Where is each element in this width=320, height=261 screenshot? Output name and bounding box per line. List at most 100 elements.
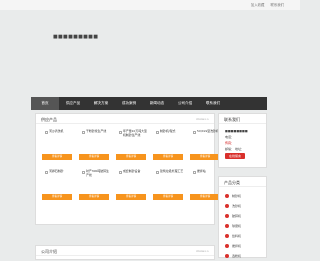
product-detail-button[interactable]: 查看详情 bbox=[79, 154, 109, 160]
about-more-link[interactable]: more>> bbox=[196, 249, 209, 253]
category-label: 破碎机 bbox=[232, 214, 242, 218]
broken-image-icon bbox=[82, 131, 85, 134]
bullet-icon bbox=[225, 234, 229, 238]
product-item[interactable]: 建筑垃圾处理工艺 查看详情 bbox=[153, 168, 184, 200]
product-image[interactable]: 干粉砂浆生产线 bbox=[82, 129, 110, 150]
category-panel: 产品分类 制砂机 洗砂机 破碎机 球磨机 给料机 搅拌机 选粉机 bbox=[218, 176, 267, 258]
product-detail-button[interactable]: 查看详情 bbox=[116, 194, 146, 200]
category-item[interactable]: 破碎机 bbox=[225, 211, 262, 221]
online-message-button[interactable]: 在线留言 bbox=[225, 153, 246, 159]
product-image-alt-text: 干粉砂浆生产线 bbox=[86, 129, 107, 133]
category-item[interactable]: 制砂机 bbox=[225, 191, 262, 201]
contact-link[interactable]: 联系我们 bbox=[270, 2, 284, 7]
product-image-alt-text: 时产300吨破碎生产线 bbox=[86, 169, 109, 177]
nav-item-products[interactable]: 供应产品 bbox=[59, 97, 87, 110]
broken-image-icon bbox=[193, 171, 196, 174]
bullet-icon bbox=[225, 194, 229, 198]
product-image-alt-text: 搅拌站 bbox=[197, 169, 206, 173]
product-image-alt-text: 河沙清洗机 bbox=[49, 129, 64, 133]
category-item[interactable]: 洗砂机 bbox=[225, 201, 262, 211]
products-panel-header: 供应产品 more>> bbox=[36, 114, 214, 124]
product-detail-button[interactable]: 查看详情 bbox=[153, 194, 183, 200]
broken-image-icon bbox=[156, 171, 159, 174]
contact-panel-title: 联系我们 bbox=[224, 116, 240, 122]
product-item[interactable]: 5X/XLS型洗砂机 查看详情 bbox=[190, 128, 221, 160]
broken-image-icon bbox=[156, 131, 159, 134]
zip-address-line: 邮编： 地址： bbox=[225, 147, 244, 151]
contact-info: ■■■■■■■■ 电话： 传真： 邮编： 地址： 在线留言 bbox=[225, 128, 262, 159]
product-image-alt-text: 年产量10万吨大型机制砂生产线 bbox=[123, 129, 147, 137]
product-detail-button[interactable]: 查看详情 bbox=[42, 154, 72, 160]
product-grid: 河沙清洗机 查看详情 干粉砂浆生产线 查看详情 年产量10万吨大型机制砂生产线 … bbox=[42, 128, 220, 200]
nav-item-news[interactable]: 新闻动态 bbox=[143, 97, 171, 110]
category-item[interactable]: 搅拌机 bbox=[225, 241, 262, 251]
about-panel-title: 公司介绍 bbox=[41, 248, 57, 254]
nav-item-solutions[interactable]: 解决方案 bbox=[87, 97, 115, 110]
category-list: 制砂机 洗砂机 破碎机 球磨机 给料机 搅拌机 选粉机 bbox=[225, 191, 262, 261]
bullet-icon bbox=[225, 244, 229, 248]
product-item[interactable]: 搅拌站 查看详情 bbox=[190, 168, 221, 200]
product-item[interactable]: 制砂机/辊式 查看详情 bbox=[153, 128, 184, 160]
bullet-icon bbox=[225, 254, 229, 258]
nav-item-home[interactable]: 首页 bbox=[31, 97, 59, 110]
bullet-icon bbox=[225, 214, 229, 218]
contact-panel: 联系我们 ■■■■■■■■ 电话： 传真： 邮编： 地址： 在线留言 bbox=[218, 113, 267, 168]
product-image[interactable]: 建筑垃圾处理工艺 bbox=[156, 169, 184, 190]
top-links: 加入收藏 联系我们 bbox=[251, 2, 284, 7]
products-panel-title: 供应产品 bbox=[41, 116, 57, 122]
category-label: 洗砂机 bbox=[232, 204, 242, 208]
category-label: 球磨机 bbox=[232, 224, 242, 228]
main-nav: 首页 供应产品 解决方案 成功案例 新闻动态 公司介绍 联系我们 bbox=[31, 97, 267, 110]
contact-panel-header: 联系我们 bbox=[219, 114, 266, 124]
product-detail-button[interactable]: 查看详情 bbox=[190, 154, 220, 160]
add-favorite-link[interactable]: 加入收藏 bbox=[251, 2, 265, 7]
nav-item-cases[interactable]: 成功案例 bbox=[115, 97, 143, 110]
nav-item-about[interactable]: 公司介绍 bbox=[171, 97, 199, 110]
product-item[interactable]: 成套制砂设备 查看详情 bbox=[116, 168, 147, 200]
product-item[interactable]: 河沙清洗机 查看详情 bbox=[42, 128, 73, 160]
product-image[interactable]: 年产量10万吨大型机制砂生产线 bbox=[119, 129, 147, 150]
product-image-alt-text: 河卵石制砂 bbox=[49, 169, 64, 173]
product-image[interactable]: 河沙清洗机 bbox=[45, 129, 73, 150]
about-panel: 公司介绍 more>> bbox=[35, 245, 215, 260]
category-label: 选粉机 bbox=[232, 254, 242, 258]
nav-item-contact[interactable]: 联系我们 bbox=[199, 97, 227, 110]
category-label: 制砂机 bbox=[232, 194, 242, 198]
product-item[interactable]: 干粉砂浆生产线 查看详情 bbox=[79, 128, 110, 160]
products-more-link[interactable]: more>> bbox=[196, 117, 209, 121]
category-label: 搅拌机 bbox=[232, 244, 242, 248]
product-image-alt-text: 成套制砂设备 bbox=[123, 169, 141, 173]
category-item[interactable]: 球磨机 bbox=[225, 221, 262, 231]
product-image-alt-text: 建筑垃圾处理工艺 bbox=[160, 169, 184, 173]
about-panel-header: 公司介绍 more>> bbox=[36, 246, 214, 256]
product-detail-button[interactable]: 查看详情 bbox=[190, 194, 220, 200]
product-image[interactable]: 河卵石制砂 bbox=[45, 169, 73, 190]
category-item[interactable]: 给料机 bbox=[225, 231, 262, 241]
bullet-icon bbox=[225, 204, 229, 208]
category-panel-header: 产品分类 bbox=[219, 177, 266, 187]
product-item[interactable]: 年产量10万吨大型机制砂生产线 查看详情 bbox=[116, 128, 147, 160]
product-detail-button[interactable]: 查看详情 bbox=[79, 194, 109, 200]
product-detail-button[interactable]: 查看详情 bbox=[153, 154, 183, 160]
category-panel-title: 产品分类 bbox=[224, 179, 240, 185]
product-image-alt-text: 制砂机/辊式 bbox=[160, 129, 176, 133]
broken-image-icon bbox=[193, 131, 196, 134]
site-logo[interactable]: ■■■■■■■■■ bbox=[53, 34, 98, 40]
product-image[interactable]: 搅拌站 bbox=[193, 169, 221, 190]
product-detail-button[interactable]: 查看详情 bbox=[116, 154, 146, 160]
broken-image-icon bbox=[119, 131, 122, 134]
product-image[interactable]: 5X/XLS型洗砂机 bbox=[193, 129, 221, 150]
product-image[interactable]: 时产300吨破碎生产线 bbox=[82, 169, 110, 190]
top-bar: 加入收藏 联系我们 bbox=[0, 0, 300, 10]
broken-image-icon bbox=[45, 131, 48, 134]
product-image[interactable]: 制砂机/辊式 bbox=[156, 129, 184, 150]
bullet-icon bbox=[225, 224, 229, 228]
product-item[interactable]: 时产300吨破碎生产线 查看详情 bbox=[79, 168, 110, 200]
broken-image-icon bbox=[119, 171, 122, 174]
category-label: 给料机 bbox=[232, 234, 242, 238]
product-detail-button[interactable]: 查看详情 bbox=[42, 194, 72, 200]
product-image[interactable]: 成套制砂设备 bbox=[119, 169, 147, 190]
product-item[interactable]: 河卵石制砂 查看详情 bbox=[42, 168, 73, 200]
broken-image-icon bbox=[45, 171, 48, 174]
products-panel: 供应产品 more>> 河沙清洗机 查看详情 干粉砂浆生产线 查看详情 年产量1… bbox=[35, 113, 220, 225]
